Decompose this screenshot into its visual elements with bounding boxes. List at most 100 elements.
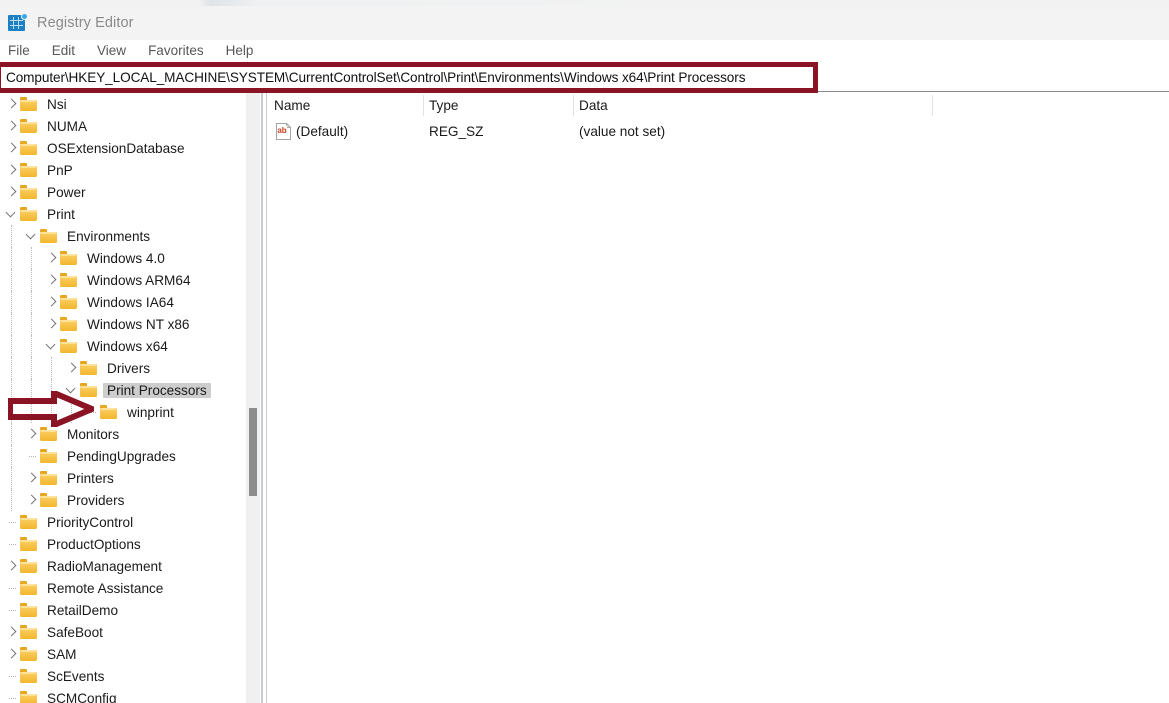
tree-item-retaildemo[interactable]: RetailDemo bbox=[0, 599, 246, 621]
tree-item-label: Nsi bbox=[43, 97, 71, 112]
tree-item-numa[interactable]: NUMA bbox=[0, 115, 246, 137]
folder-icon bbox=[20, 559, 37, 573]
folder-icon bbox=[60, 295, 77, 309]
tree-item-print[interactable]: Print bbox=[0, 203, 246, 225]
chevron-right-icon[interactable] bbox=[4, 555, 20, 577]
address-bar-underline bbox=[818, 91, 1169, 92]
chevron-right-icon[interactable] bbox=[44, 247, 60, 269]
folder-icon bbox=[20, 691, 37, 703]
tree-item-label: Print bbox=[43, 207, 79, 222]
tree-item-label: SCMConfig bbox=[43, 691, 121, 703]
chevron-right-icon[interactable] bbox=[44, 313, 60, 335]
tree-guide-line bbox=[31, 335, 32, 357]
folder-icon bbox=[100, 405, 117, 419]
list-column-headers: Name Type Data bbox=[268, 93, 1169, 118]
chevron-right-icon[interactable] bbox=[44, 269, 60, 291]
registry-values-list[interactable]: Name Type Data ab (Default) REG_SZ (valu… bbox=[268, 93, 1169, 703]
tree-scrollbar[interactable] bbox=[246, 93, 260, 703]
folder-icon bbox=[20, 207, 37, 221]
menu-item-view[interactable]: View bbox=[86, 40, 137, 62]
column-divider-3[interactable] bbox=[932, 95, 933, 116]
tree-item-monitors[interactable]: Monitors bbox=[0, 423, 246, 445]
tree-item-osextensiondatabase[interactable]: OSExtensionDatabase bbox=[0, 137, 246, 159]
tree-item-label: Drivers bbox=[103, 361, 154, 376]
tree-item-pendingupgrades[interactable]: PendingUpgrades bbox=[0, 445, 246, 467]
tree-item-environments[interactable]: Environments bbox=[0, 225, 246, 247]
tree-item-label: Windows ARM64 bbox=[83, 273, 195, 288]
tree-item-windows-nt-x86[interactable]: Windows NT x86 bbox=[0, 313, 246, 335]
chevron-right-icon[interactable] bbox=[4, 93, 20, 115]
tree-item-label: Monitors bbox=[63, 427, 123, 442]
tree-item-productoptions[interactable]: ProductOptions bbox=[0, 533, 246, 555]
tree-item-providers[interactable]: Providers bbox=[0, 489, 246, 511]
tree-item-winprint[interactable]: winprint bbox=[0, 401, 246, 423]
tree-item-label: ProductOptions bbox=[43, 537, 145, 552]
window-title: Registry Editor bbox=[37, 15, 134, 31]
chevron-right-icon[interactable] bbox=[64, 357, 80, 379]
tree-item-label: Power bbox=[43, 185, 90, 200]
chevron-down-icon[interactable] bbox=[64, 379, 80, 401]
tree-item-label: Print Processors bbox=[103, 383, 211, 398]
tree-item-scevents[interactable]: ScEvents bbox=[0, 665, 246, 687]
tree-guide-line bbox=[11, 401, 12, 423]
tree-item-safeboot[interactable]: SafeBoot bbox=[0, 621, 246, 643]
tree-item-label: PriorityControl bbox=[43, 515, 137, 530]
tree-item-windows-arm64[interactable]: Windows ARM64 bbox=[0, 269, 246, 291]
menu-item-favorites[interactable]: Favorites bbox=[137, 40, 215, 62]
tree-item-power[interactable]: Power bbox=[0, 181, 246, 203]
tree-guide-line bbox=[31, 247, 32, 269]
chevron-down-icon[interactable] bbox=[4, 203, 20, 225]
tree-item-pnp[interactable]: PnP bbox=[0, 159, 246, 181]
address-input[interactable] bbox=[1, 67, 813, 88]
menu-item-help[interactable]: Help bbox=[215, 40, 265, 62]
chevron-right-icon[interactable] bbox=[4, 159, 20, 181]
tree-item-prioritycontrol[interactable]: PriorityControl bbox=[0, 511, 246, 533]
chevron-down-icon[interactable] bbox=[44, 335, 60, 357]
pane-splitter[interactable] bbox=[261, 93, 263, 703]
menu-item-edit[interactable]: Edit bbox=[41, 40, 86, 62]
chevron-right-icon[interactable] bbox=[24, 423, 40, 445]
tree-item-print-processors[interactable]: Print Processors bbox=[0, 379, 246, 401]
tree-item-label: RetailDemo bbox=[43, 603, 122, 618]
column-header-name[interactable]: Name bbox=[268, 93, 310, 118]
chevron-right-icon[interactable] bbox=[44, 291, 60, 313]
tree-item-remote-assistance[interactable]: Remote Assistance bbox=[0, 577, 246, 599]
tree-guide-line bbox=[11, 269, 12, 291]
chevron-right-icon[interactable] bbox=[4, 115, 20, 137]
folder-icon bbox=[20, 141, 37, 155]
chevron-right-icon[interactable] bbox=[4, 137, 20, 159]
tree-item-label: Windows IA64 bbox=[83, 295, 178, 310]
chevron-down-icon[interactable] bbox=[24, 225, 40, 247]
registry-key-tree[interactable]: Nsi NUMA OSExtensionDatabase PnP Power Print E… bbox=[0, 93, 246, 703]
tree-item-label: ScEvents bbox=[43, 669, 108, 684]
chevron-right-icon[interactable] bbox=[24, 467, 40, 489]
tree-item-windows-ia64[interactable]: Windows IA64 bbox=[0, 291, 246, 313]
tree-item-windows-x64[interactable]: Windows x64 bbox=[0, 335, 246, 357]
menu-item-file[interactable]: File bbox=[0, 40, 41, 62]
tree-guide-line bbox=[31, 269, 32, 291]
tree-guide-line bbox=[11, 357, 12, 379]
chevron-right-icon[interactable] bbox=[4, 621, 20, 643]
tree-item-radiomanagement[interactable]: RadioManagement bbox=[0, 555, 246, 577]
tree-item-printers[interactable]: Printers bbox=[0, 467, 246, 489]
chevron-right-icon[interactable] bbox=[24, 489, 40, 511]
tree-item-label: OSExtensionDatabase bbox=[43, 141, 189, 156]
table-row[interactable]: ab (Default) REG_SZ (value not set) bbox=[268, 119, 1169, 144]
folder-icon bbox=[20, 603, 37, 617]
chevron-right-icon[interactable] bbox=[4, 643, 20, 665]
folder-icon bbox=[80, 361, 97, 375]
column-header-type[interactable]: Type bbox=[423, 93, 458, 118]
tree-item-drivers[interactable]: Drivers bbox=[0, 357, 246, 379]
chevron-right-icon[interactable] bbox=[4, 181, 20, 203]
tree-leaf-connector bbox=[4, 599, 20, 621]
tree-item-nsi[interactable]: Nsi bbox=[0, 93, 246, 115]
folder-icon bbox=[20, 119, 37, 133]
tree-item-windows-4-0[interactable]: Windows 4.0 bbox=[0, 247, 246, 269]
column-header-data[interactable]: Data bbox=[573, 93, 608, 118]
tree-guide-line bbox=[31, 401, 32, 423]
tree-guide-line bbox=[31, 357, 32, 379]
tree-scrollbar-thumb[interactable] bbox=[249, 408, 257, 496]
tree-item-scmconfig[interactable]: SCMConfig bbox=[0, 687, 246, 703]
folder-icon bbox=[20, 163, 37, 177]
tree-item-sam[interactable]: SAM bbox=[0, 643, 246, 665]
